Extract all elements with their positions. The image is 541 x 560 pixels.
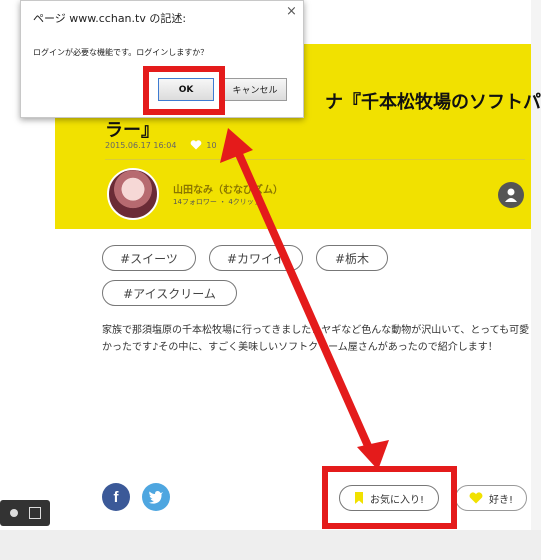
avatar[interactable] (107, 168, 159, 220)
page-scroll-gutter (531, 0, 541, 560)
heart-icon (191, 140, 202, 150)
cancel-button[interactable]: キャンセル (223, 78, 287, 101)
divider (105, 159, 525, 160)
like-count-value: 10 (206, 140, 217, 150)
heart-icon (469, 492, 483, 504)
twitter-share-button[interactable] (142, 483, 170, 511)
tag-tochigi[interactable]: #栃木 (316, 245, 388, 271)
facebook-icon: f (113, 488, 119, 506)
article-title-line1: ナ『千本松牧場のソフトパー (325, 92, 541, 112)
article-description: 家族で那須塩原の千本松牧場に行ってきました！ヤギなど色んな動物が沢山いて、とって… (102, 325, 530, 353)
annotation-box-ok (143, 66, 225, 115)
dialog-message: ログインが必要な機能です。ログインしますか？ (33, 48, 209, 57)
follow-button[interactable] (498, 182, 524, 208)
toggle-dot-icon[interactable] (9, 509, 18, 517)
page-footer (0, 530, 541, 560)
expand-icon[interactable] (28, 507, 41, 519)
article-meta: 2015.06.17 16:04 10 (105, 140, 217, 150)
like-button[interactable]: 好き! (455, 485, 527, 511)
dialog-title: ページ www.cchan.tv の記述: (33, 12, 187, 25)
like-count: 10 (190, 140, 217, 150)
tag-sweets[interactable]: #スイーツ (102, 245, 196, 271)
user-icon (505, 188, 517, 202)
author-name[interactable]: 山田なみ（むなびズム） (173, 181, 283, 196)
floating-toolbar[interactable] (0, 500, 50, 526)
facebook-share-button[interactable]: f (102, 483, 130, 511)
tag-icecream[interactable]: #アイスクリーム (102, 280, 237, 306)
article-title-line2: ラー』 (105, 120, 159, 140)
article-date: 2015.06.17 16:04 (105, 140, 177, 150)
tag-kawaii[interactable]: #カワイイ (209, 245, 303, 271)
annotation-box-favorite (322, 466, 457, 529)
author-stats: 14フォロワー ・ 4クリップ (173, 198, 261, 206)
twitter-icon (148, 491, 163, 504)
like-label: 好き! (488, 494, 513, 506)
close-icon[interactable]: × (286, 4, 297, 19)
